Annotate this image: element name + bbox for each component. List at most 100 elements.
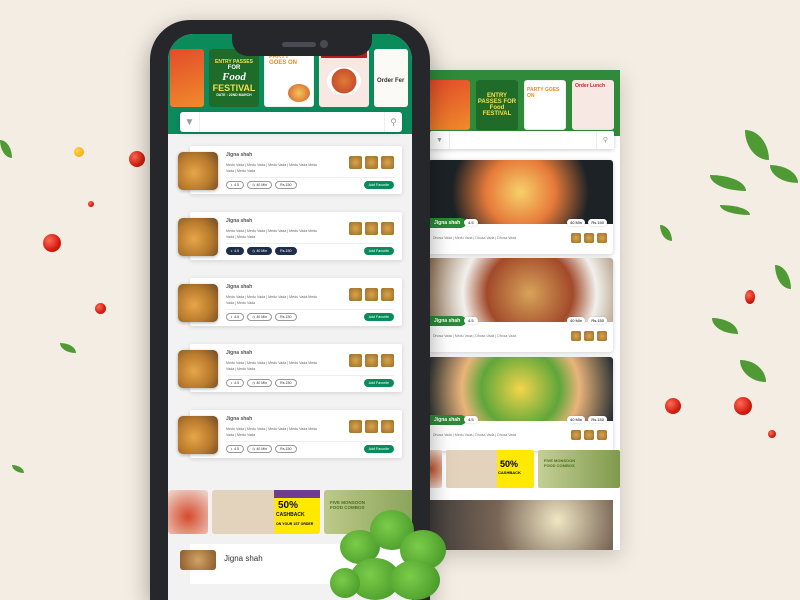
food-image xyxy=(428,357,613,421)
rating-badge: 4.5 xyxy=(464,317,478,324)
divider xyxy=(226,441,394,442)
banner-order-lunch[interactable]: Order Lunch xyxy=(319,49,369,107)
dish-thumb[interactable] xyxy=(381,354,394,367)
time-value: 40 Min xyxy=(256,381,268,385)
herb-decoration xyxy=(330,500,450,600)
banner-order-offer[interactable]: Order Fer xyxy=(374,49,408,107)
restaurant-card[interactable]: Jigna shah Medu Vada | Medu Vada | Medu … xyxy=(178,212,402,260)
dish-thumb[interactable] xyxy=(597,233,607,243)
add-favorite-button[interactable]: Add Favorite xyxy=(363,313,394,321)
search-bar[interactable]: ▼ ⚲ xyxy=(430,131,614,149)
rating-badge: 4.5 xyxy=(464,219,478,226)
restaurant-card[interactable]: Jigna shah Medu Vada | Medu Vada | Medu … xyxy=(178,278,402,326)
dish-thumb[interactable] xyxy=(584,233,594,243)
search-icon[interactable]: ⚲ xyxy=(596,131,614,149)
dish-thumb[interactable] xyxy=(381,288,394,301)
dish-thumb[interactable] xyxy=(365,420,378,433)
food-image xyxy=(428,258,613,322)
time-pill: ◷ 40 Min xyxy=(247,445,273,453)
banner-party[interactable]: PARTY GOES ON xyxy=(524,80,566,130)
tomato-decoration xyxy=(88,201,94,207)
dish-thumb[interactable] xyxy=(381,420,394,433)
menu-items: Medu Vada | Medu Vada | Medu Vada | Medu… xyxy=(226,427,318,437)
add-favorite-button[interactable]: Add Favorite xyxy=(363,445,394,453)
yellow-tomato-decoration xyxy=(74,147,84,157)
dish-thumb[interactable] xyxy=(365,222,378,235)
food-card[interactable]: Jigna shah 4.5 40 Min Rs.150 Dhosa Vada … xyxy=(428,258,613,352)
leaf-decoration xyxy=(660,225,672,241)
food-image xyxy=(178,350,218,388)
dish-thumb[interactable] xyxy=(597,331,607,341)
add-favorite-button[interactable]: Add Favorite xyxy=(363,247,394,255)
rating-value: 4.5 xyxy=(234,183,240,187)
secondary-screen: ENTRY PASSES FOR Food FESTIVAL PARTY GOE… xyxy=(420,70,620,550)
banner-food-festival[interactable]: ENTRY PASSES FOR Food FESTIVAL DATE : 22… xyxy=(209,49,259,107)
time-pill: ◷ 40 Min xyxy=(247,379,273,387)
rating-badge: 4.5 xyxy=(464,416,478,423)
thumbnail-row xyxy=(349,354,394,367)
dish-thumb[interactable] xyxy=(365,354,378,367)
banner-food-festival[interactable]: ENTRY PASSES FOR Food FESTIVAL xyxy=(476,80,518,130)
rating-pill: ◐ 4.5 xyxy=(226,181,245,189)
banner-text: DATE : 22ND MARCH xyxy=(216,93,252,97)
food-card[interactable]: Jigna shah 4.5 40 Min Rs.150 Dhosa Vada … xyxy=(428,160,613,254)
time-value: 40 Min xyxy=(256,315,268,319)
restaurant-card[interactable]: Jigna shah Medu Vada | Medu Vada | Medu … xyxy=(178,146,402,194)
dish-thumb[interactable] xyxy=(349,420,362,433)
restaurant-name: Jigna shah xyxy=(226,416,253,422)
time-pill: ◷ 40 Min xyxy=(247,181,273,189)
banner-order-lunch[interactable]: Order Lunch xyxy=(572,80,614,130)
dish-thumb[interactable] xyxy=(365,156,378,169)
price-pill: Rs.150 xyxy=(275,181,297,189)
cashback-label: CASHBACK xyxy=(276,512,305,518)
banner-party[interactable]: PARTY GOES ON xyxy=(264,49,314,107)
dish-thumb[interactable] xyxy=(381,156,394,169)
dish-thumb[interactable] xyxy=(571,233,581,243)
banner-burger[interactable] xyxy=(170,49,204,107)
dish-thumb[interactable] xyxy=(365,288,378,301)
dish-thumb[interactable] xyxy=(597,430,607,440)
restaurant-name: Jigna shah xyxy=(226,284,253,290)
time-pill: ◷ 40 Min xyxy=(247,247,273,255)
dish-thumb[interactable] xyxy=(349,156,362,169)
cashback-percent: 50% xyxy=(500,459,519,469)
filter-icon[interactable]: ▼ xyxy=(430,131,450,149)
rating-pill: ◐ 4.5 xyxy=(226,313,245,321)
promo-row: 50% CASHBACK FIVE MONSOON FOOD COMBOS xyxy=(420,450,620,488)
dish-thumb[interactable] xyxy=(584,430,594,440)
restaurant-name: Jigna shah xyxy=(224,554,263,563)
cashback-label: CASHBACK xyxy=(498,470,521,475)
thumbnail-row xyxy=(349,156,394,169)
dish-thumb[interactable] xyxy=(349,288,362,301)
time-badge: 40 Min xyxy=(566,416,585,423)
banner-burger[interactable] xyxy=(428,80,470,130)
banner-carousel[interactable]: ENTRY PASSES FOR Food FESTIVAL PARTY GOE… xyxy=(420,70,620,136)
promo-banner-food[interactable] xyxy=(168,490,208,534)
search-input[interactable] xyxy=(200,112,384,132)
thumbnail-row xyxy=(571,233,607,243)
monsoon-text: FIVE MONSOON FOOD COMBOS xyxy=(544,458,576,468)
leaf-decoration xyxy=(720,205,750,215)
dish-thumb[interactable] xyxy=(571,430,581,440)
dish-thumb[interactable] xyxy=(349,354,362,367)
promo-banner-cashback[interactable]: 50% CASHBACK ON YOUR 1ST ORDER xyxy=(212,490,320,534)
restaurant-name: Jigna shah xyxy=(226,152,253,158)
filter-icon[interactable]: ▼ xyxy=(180,112,200,132)
dish-thumb[interactable] xyxy=(349,222,362,235)
leaf-decoration xyxy=(12,465,24,473)
cashback-subtext: ON YOUR 1ST ORDER xyxy=(276,522,314,526)
food-description: Dhosa Vada | Medu Vada | Dhosa Vada | Dh… xyxy=(433,236,517,240)
dish-thumb[interactable] xyxy=(571,331,581,341)
food-image xyxy=(180,550,216,570)
dish-thumb[interactable] xyxy=(381,222,394,235)
restaurant-card[interactable]: Jigna shah Medu Vada | Medu Vada | Medu … xyxy=(178,410,402,458)
search-icon[interactable]: ⚲ xyxy=(384,112,402,132)
restaurant-name: Jigna shah xyxy=(226,218,253,224)
promo-banner-monsoon[interactable]: FIVE MONSOON FOOD COMBOS xyxy=(538,450,620,488)
dish-thumb[interactable] xyxy=(584,331,594,341)
add-favorite-button[interactable]: Add Favorite xyxy=(363,379,394,387)
add-favorite-button[interactable]: Add Favorite xyxy=(363,181,394,189)
promo-banner-cashback[interactable]: 50% CASHBACK xyxy=(446,450,534,488)
food-card[interactable]: Jigna shah 4.5 40 Min Rs.150 Dhosa Vada … xyxy=(428,357,613,451)
restaurant-card[interactable]: Jigna shah Medu Vada | Medu Vada | Medu … xyxy=(178,344,402,392)
